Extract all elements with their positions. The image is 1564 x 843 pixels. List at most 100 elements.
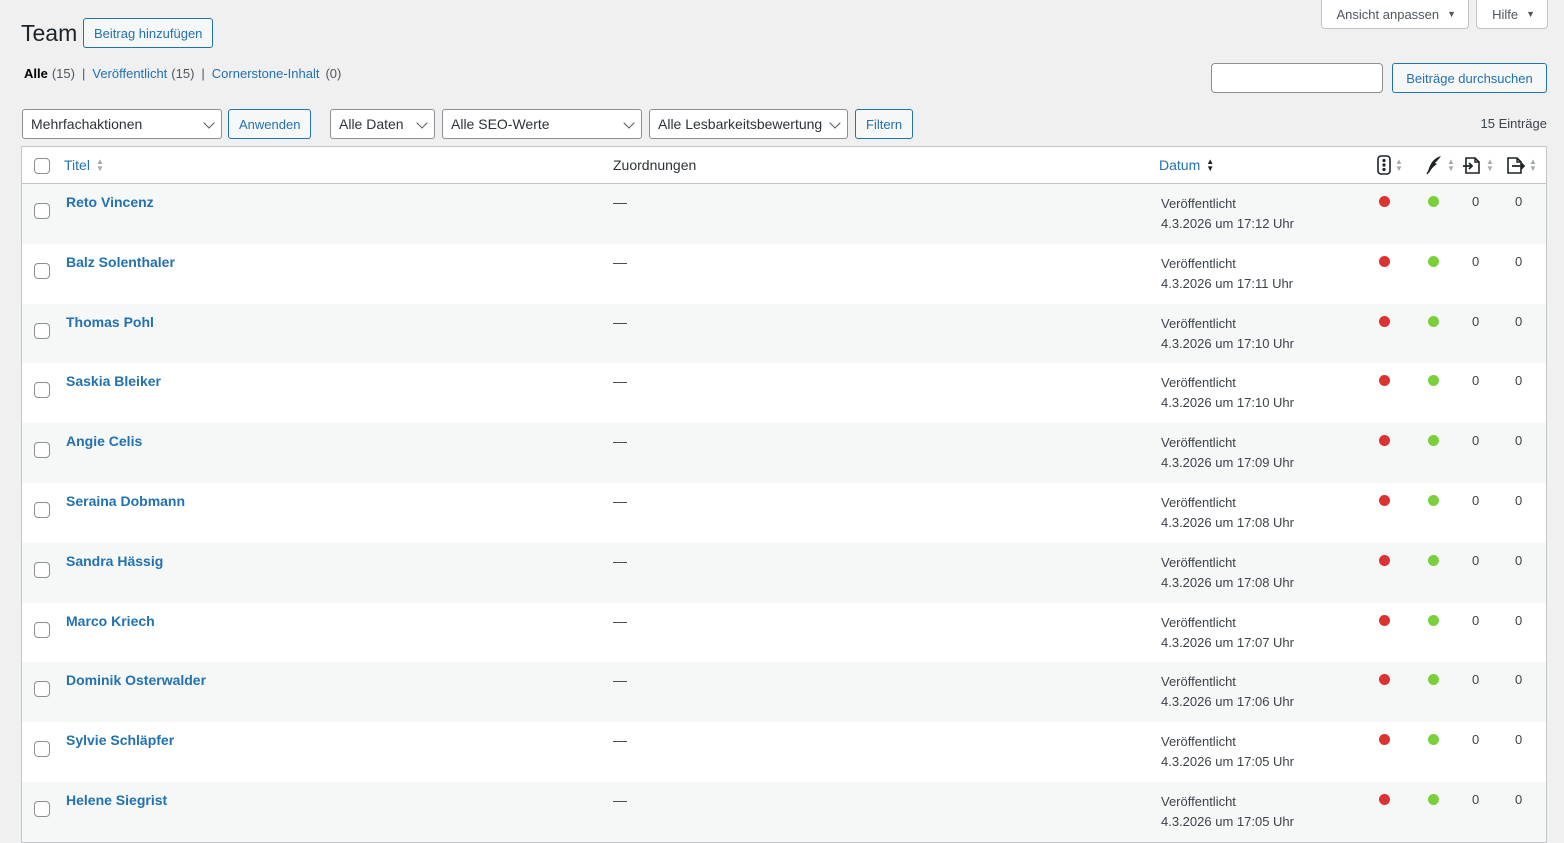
row-checkbox[interactable] (34, 262, 50, 279)
table-row: Helene Siegrist — Veröffentlicht 4.3.202… (22, 781, 1546, 842)
post-title-link[interactable]: Marco Kriech (66, 613, 155, 629)
row-checkbox[interactable] (34, 800, 50, 817)
sort-icon: ▲ ▼ (1447, 157, 1455, 173)
table-row: Sylvie Schläpfer — Veröffentlicht 4.3.20… (22, 722, 1546, 782)
row-checkbox[interactable] (34, 322, 50, 339)
chevron-down-icon (623, 117, 635, 129)
column-incoming-links-header[interactable]: ▲ ▼ (1505, 155, 1537, 175)
post-title-link[interactable]: Reto Vincenz (66, 194, 154, 210)
row-checkbox[interactable] (34, 382, 50, 399)
column-seo-header[interactable]: ▲ ▼ (1377, 155, 1403, 175)
post-date-cell: Veröffentlicht 4.3.2026 um 17:09 Uhr (1161, 433, 1294, 473)
post-title-link[interactable]: Seraina Dobmann (66, 493, 185, 509)
help-tab[interactable]: Hilfe ▼ (1476, 0, 1548, 29)
assignments-value: — (613, 373, 627, 390)
apply-button[interactable]: Anwenden (228, 109, 312, 139)
assignments-value: — (613, 732, 627, 749)
date-filter-value: Alle Daten (339, 116, 404, 132)
post-date-cell: Veröffentlicht 4.3.2026 um 17:10 Uhr (1161, 314, 1294, 354)
caret-down-icon: ▼ (1447, 9, 1457, 19)
post-title-link[interactable]: Helene Siegrist (66, 792, 167, 808)
assignments-value: — (613, 552, 627, 569)
row-checkbox[interactable] (34, 741, 50, 758)
incoming-links-count: 0 (1515, 373, 1523, 389)
caret-down-icon: ▼ (1526, 9, 1535, 19)
post-date: 4.3.2026 um 17:05 Uhr (1161, 754, 1294, 770)
outgoing-links-count: 0 (1472, 253, 1480, 269)
post-title-link[interactable]: Thomas Pohl (66, 314, 154, 330)
search-posts-button[interactable]: Beiträge durchsuchen (1392, 63, 1547, 93)
assignments-value: — (613, 492, 627, 509)
row-checkbox[interactable] (34, 561, 50, 578)
assignments-value: — (613, 313, 627, 330)
seo-score-bad-dot (1379, 793, 1390, 805)
incoming-links-count: 0 (1515, 732, 1523, 748)
select-all-checkbox[interactable] (34, 158, 50, 174)
row-checkbox[interactable] (34, 203, 50, 219)
readability-good-dot (1428, 554, 1439, 566)
view-separator: | (81, 66, 86, 81)
row-checkbox[interactable] (34, 621, 50, 638)
seo-filter-value: Alle SEO-Werte (451, 116, 550, 132)
post-title-link[interactable]: Sylvie Schläpfer (66, 732, 174, 748)
sort-icon: ▲ ▼ (1486, 157, 1494, 173)
seo-filter-select[interactable]: Alle SEO-Werte (442, 109, 642, 139)
outgoing-links-count: 0 (1472, 672, 1480, 688)
filter-button[interactable]: Filtern (855, 109, 914, 139)
readability-filter-select[interactable]: Alle Lesbarkeitsbewertungen (649, 109, 848, 139)
seo-score-bad-dot (1379, 375, 1390, 387)
incoming-links-icon (1507, 157, 1525, 174)
view-published[interactable]: Veröffentlicht (15) (92, 66, 194, 81)
bulk-actions-select[interactable]: Mehrfachaktionen (22, 109, 222, 139)
column-date-header[interactable]: Datum ▲ ▼ (1159, 157, 1214, 173)
post-date: 4.3.2026 um 17:12 Uhr (1161, 216, 1294, 231)
table-row: Balz Solenthaler — Veröffentlicht 4.3.20… (22, 244, 1546, 304)
post-date-cell: Veröffentlicht 4.3.2026 um 17:07 Uhr (1161, 613, 1294, 653)
post-title-link[interactable]: Saskia Bleiker (66, 373, 161, 389)
date-filter-select[interactable]: Alle Daten (330, 109, 435, 139)
incoming-links-count: 0 (1515, 552, 1523, 568)
table-row: Reto Vincenz — Veröffentlicht 4.3.2026 u… (22, 184, 1546, 244)
incoming-links-count: 0 (1515, 313, 1523, 329)
add-new-post-button[interactable]: Beitrag hinzufügen (83, 18, 214, 48)
post-status: Veröffentlicht (1161, 614, 1236, 630)
row-checkbox[interactable] (34, 681, 50, 698)
column-title-header[interactable]: Titel ▲ ▼ (64, 157, 104, 173)
search-input[interactable] (1211, 63, 1383, 93)
assignments-value: — (613, 253, 627, 270)
screen-options-tab[interactable]: Ansicht anpassen ▼ (1320, 0, 1470, 29)
post-title-link[interactable]: Dominik Osterwalder (66, 672, 206, 688)
screen-options-label: Ansicht anpassen (1336, 6, 1440, 22)
assignments-value: — (613, 672, 627, 689)
readability-good-dot (1428, 375, 1439, 387)
row-checkbox[interactable] (34, 442, 50, 459)
post-status: Veröffentlicht (1161, 734, 1236, 750)
post-title-link[interactable]: Angie Celis (66, 433, 142, 449)
outgoing-links-count: 0 (1472, 492, 1480, 508)
seo-score-bad-dot (1379, 674, 1390, 686)
view-all[interactable]: Alle (15) (24, 66, 75, 81)
readability-good-dot (1428, 315, 1439, 327)
outgoing-links-count: 0 (1472, 313, 1480, 329)
post-title-link[interactable]: Sandra Hässig (66, 553, 163, 569)
readability-filter-value: Alle Lesbarkeitsbewertungen (658, 116, 823, 132)
post-date: 4.3.2026 um 17:10 Uhr (1161, 395, 1294, 411)
column-readability-header[interactable]: ▲ ▼ (1425, 155, 1455, 175)
view-separator: | (201, 66, 205, 81)
chevron-down-icon (203, 117, 215, 129)
post-date-cell: Veröffentlicht 4.3.2026 um 17:08 Uhr (1161, 553, 1294, 593)
posts-table: Titel ▲▼ Zuordnungen Datum ▲▼ ▲▼ ▲▼ (21, 146, 1547, 843)
post-date-cell: Veröffentlicht 4.3.2026 um 17:08 Uhr (1161, 493, 1294, 533)
post-date-cell: Veröffentlicht 4.3.2026 um 17:05 Uhr (1161, 732, 1294, 772)
incoming-links-count: 0 (1515, 253, 1523, 269)
outgoing-links-icon (1463, 157, 1480, 174)
post-title-link[interactable]: Balz Solenthaler (66, 254, 175, 270)
row-checkbox[interactable] (34, 501, 50, 518)
table-row: Saskia Bleiker — Veröffentlicht 4.3.2026… (22, 363, 1546, 423)
seo-score-bad-dot (1379, 734, 1390, 746)
view-cornerstone[interactable]: Cornerstone-Inhalt (0) (212, 66, 342, 81)
post-date: 4.3.2026 um 17:05 Uhr (1161, 813, 1294, 829)
column-outgoing-links-header[interactable]: ▲ ▼ (1462, 155, 1494, 175)
outgoing-links-count: 0 (1472, 791, 1480, 807)
incoming-links-count: 0 (1515, 672, 1523, 688)
